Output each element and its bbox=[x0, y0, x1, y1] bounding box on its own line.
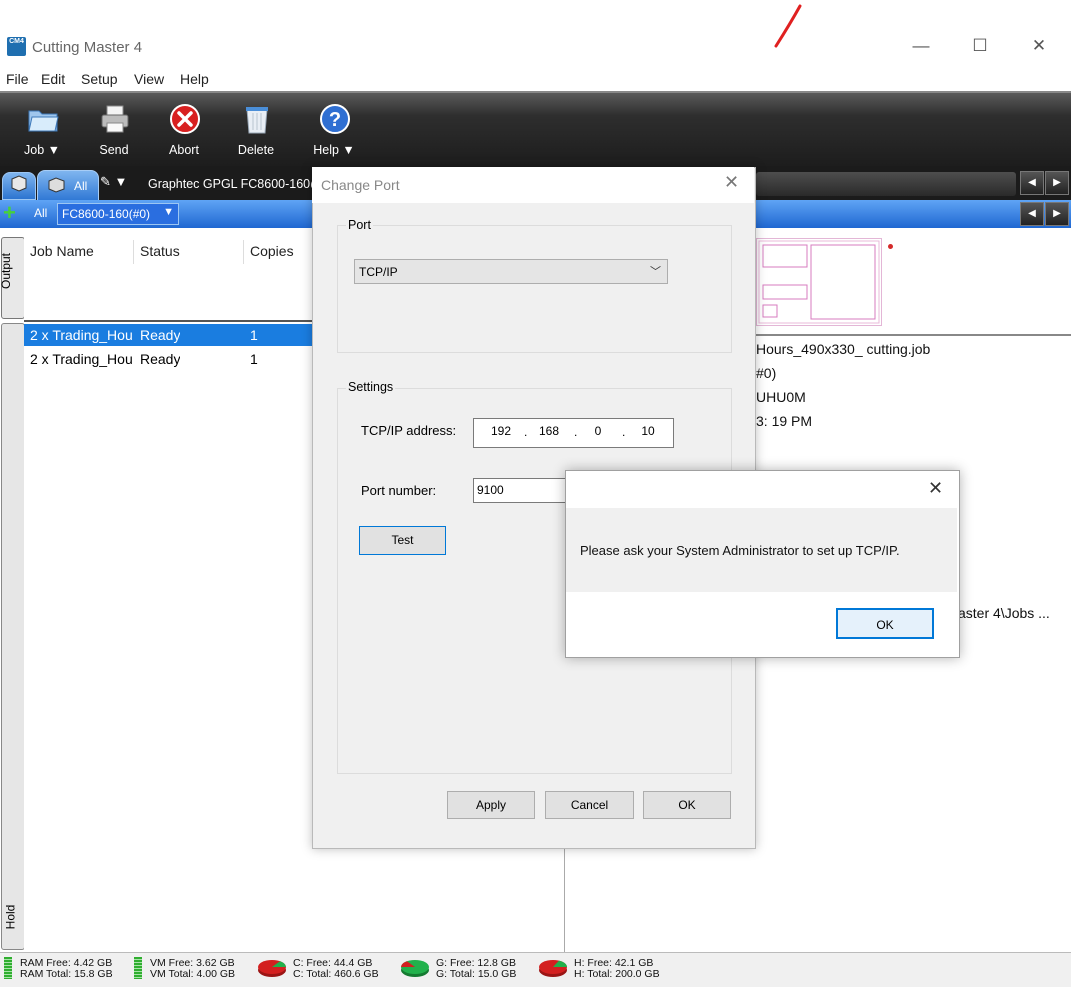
ram-stats: RAM Free: 4.42 GB RAM Total: 15.8 GB bbox=[20, 957, 113, 980]
detail-file-name: Hours_490x330_ cutting.job bbox=[756, 341, 931, 357]
message-text: Please ask your System Administrator to … bbox=[580, 543, 900, 558]
maximize-button[interactable]: ☐ bbox=[960, 34, 1000, 58]
detail-device: #0) bbox=[756, 365, 777, 381]
side-tab-hold[interactable]: Hold bbox=[1, 323, 25, 950]
ip-dot: . bbox=[524, 425, 528, 439]
settings-group-label: Settings bbox=[346, 380, 396, 394]
queue-scroll-right-icon[interactable]: ▶ bbox=[1045, 202, 1069, 226]
h-drive-pie-icon bbox=[539, 960, 568, 977]
apply-button[interactable]: Apply bbox=[447, 791, 535, 819]
cube-icon bbox=[11, 175, 27, 192]
column-divider bbox=[243, 240, 244, 264]
test-button[interactable]: Test bbox=[359, 526, 446, 555]
close-window-button[interactable]: ✕ bbox=[1019, 34, 1059, 58]
ip-octet-4[interactable]: 10 bbox=[633, 424, 663, 438]
abort-button[interactable]: Abort bbox=[149, 93, 219, 165]
help-button[interactable]: ? Help ▼ bbox=[299, 93, 369, 165]
message-ok-button[interactable]: OK bbox=[836, 608, 934, 639]
tab-devices-icon[interactable] bbox=[2, 172, 36, 200]
device-icon bbox=[48, 177, 65, 193]
job-preview-thumbnail bbox=[756, 238, 882, 326]
menu-edit[interactable]: Edit bbox=[41, 71, 65, 87]
table-row[interactable]: 2 x Trading_Hou Ready 1 bbox=[24, 324, 314, 346]
dialog-ok-button[interactable]: OK bbox=[643, 791, 731, 819]
menu-setup[interactable]: Setup bbox=[81, 71, 118, 87]
column-status[interactable]: Status bbox=[140, 243, 180, 259]
menu-file[interactable]: File bbox=[6, 71, 29, 87]
port-number-label: Port number: bbox=[361, 483, 437, 498]
tab-strip-filler bbox=[756, 172, 1016, 196]
detail-id: UHU0M bbox=[756, 389, 806, 405]
chevron-down-icon: ▼ bbox=[163, 206, 174, 218]
printer-icon bbox=[101, 105, 129, 133]
g-drive-stats: G: Free: 12.8 GB G: Total: 15.0 GB bbox=[436, 957, 517, 980]
vm-meter-icon bbox=[134, 957, 142, 979]
port-group-box bbox=[337, 225, 732, 353]
preview-marker bbox=[888, 244, 893, 249]
ip-octet-2[interactable]: 168 bbox=[534, 424, 564, 438]
device-select[interactable]: FC8600-160(#0) ▼ bbox=[57, 203, 179, 225]
c-drive-stats: C: Free: 44.4 GB C: Total: 460.6 GB bbox=[293, 957, 379, 980]
column-divider bbox=[133, 240, 134, 264]
svg-text:?: ? bbox=[329, 109, 341, 131]
detail-path: aster 4\Jobs ... bbox=[958, 605, 1050, 621]
send-button[interactable]: Send bbox=[79, 93, 149, 165]
minimize-button[interactable]: — bbox=[901, 34, 941, 58]
delete-button[interactable]: Delete bbox=[221, 93, 291, 165]
help-question-icon: ? bbox=[320, 104, 350, 134]
tab-device[interactable]: Graphtec GPGL FC8600-160@ bbox=[148, 177, 323, 191]
abort-x-icon bbox=[170, 104, 200, 134]
ip-dot: . bbox=[622, 425, 626, 439]
folder-icon bbox=[28, 110, 59, 132]
menu-help[interactable]: Help bbox=[180, 71, 209, 87]
ip-address-field[interactable]: 192 . 168 . 0 . 10 bbox=[473, 418, 674, 448]
column-job-name[interactable]: Job Name bbox=[30, 243, 94, 259]
dialog-close-icon[interactable]: ✕ bbox=[724, 172, 739, 193]
detail-time: 3: 19 PM bbox=[756, 413, 813, 429]
chevron-down-icon: ﹀ bbox=[650, 266, 661, 278]
message-close-icon[interactable]: ✕ bbox=[928, 478, 943, 499]
port-group-label: Port bbox=[346, 218, 373, 232]
ip-octet-3[interactable]: 0 bbox=[583, 424, 613, 438]
ip-address-label: TCP/IP address: bbox=[361, 423, 457, 438]
c-drive-pie-icon bbox=[258, 960, 286, 977]
window-title: Cutting Master 4 bbox=[32, 39, 143, 56]
cancel-button[interactable]: Cancel bbox=[545, 791, 634, 819]
ram-meter-icon bbox=[4, 957, 12, 979]
vm-stats: VM Free: 3.62 GB VM Total: 4.00 GB bbox=[150, 957, 236, 980]
table-row[interactable]: 2 x Trading_Hou Ready 1 bbox=[24, 348, 314, 370]
queue-scroll-left-icon[interactable]: ◀ bbox=[1020, 202, 1044, 226]
g-drive-pie-icon bbox=[401, 960, 429, 977]
column-copies[interactable]: Copies bbox=[250, 243, 294, 259]
dialog-title: Change Port bbox=[321, 177, 400, 193]
h-drive-stats: H: Free: 42.1 GB H: Total: 200.0 GB bbox=[574, 957, 660, 980]
ip-octet-1[interactable]: 192 bbox=[486, 424, 516, 438]
port-type-select[interactable]: TCP/IP ﹀ bbox=[354, 259, 668, 284]
red-annotation-mark bbox=[774, 4, 802, 48]
job-button[interactable]: Job ▼ bbox=[7, 93, 77, 165]
pen-tool-dropdown[interactable]: ✎ ▼ bbox=[100, 174, 127, 190]
app-icon: CM4 bbox=[7, 37, 26, 56]
tab-scroll-left-icon[interactable]: ◀ bbox=[1020, 171, 1044, 195]
menu-view[interactable]: View bbox=[134, 71, 164, 87]
trash-icon bbox=[246, 107, 268, 134]
tab-scroll-right-icon[interactable]: ▶ bbox=[1045, 171, 1069, 195]
queue-all-label[interactable]: All bbox=[34, 206, 47, 220]
side-tab-output[interactable]: Output bbox=[0, 237, 25, 319]
ip-dot: . bbox=[574, 425, 578, 439]
port-number-field[interactable]: 9100 bbox=[473, 478, 569, 503]
add-queue-icon[interactable]: + bbox=[3, 202, 16, 224]
tab-all[interactable]: All bbox=[37, 170, 99, 202]
